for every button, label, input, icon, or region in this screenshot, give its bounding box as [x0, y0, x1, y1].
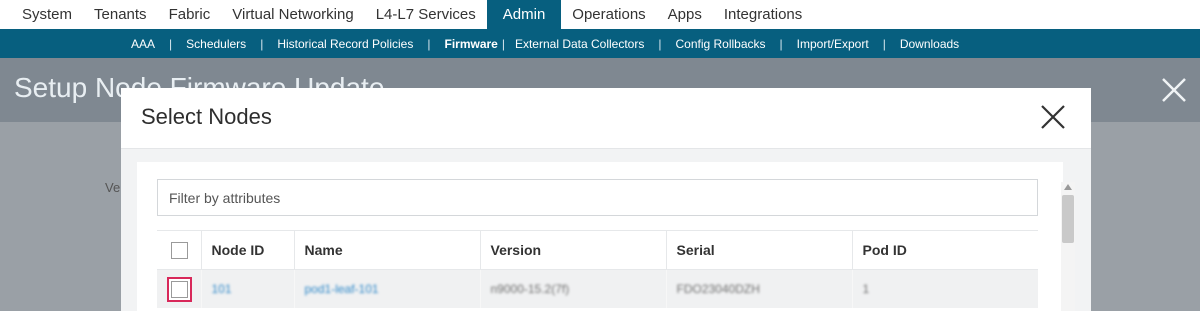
tab-operations[interactable]: Operations — [561, 0, 656, 29]
subnav-separator: | — [169, 36, 173, 51]
subnav-schedulers[interactable]: Schedulers — [186, 37, 246, 51]
subnav-separator: | — [882, 36, 886, 51]
filter-input[interactable] — [157, 179, 1038, 216]
top-nav: System Tenants Fabric Virtual Networking… — [0, 0, 1200, 29]
subnav-config-rollbacks[interactable]: Config Rollbacks — [675, 37, 765, 51]
select-all-checkbox[interactable] — [171, 241, 188, 259]
cell-serial: FDO23040DZH — [665, 269, 852, 308]
background-field-label: Ve — [105, 180, 121, 195]
scroll-up-arrow-icon[interactable] — [1064, 184, 1072, 190]
column-header-pod-id[interactable]: Pod ID — [851, 230, 1038, 270]
tab-admin[interactable]: Admin — [486, 0, 562, 29]
subnav-separator: | — [779, 36, 783, 51]
cell-pod-id: 1 — [851, 269, 1038, 308]
subnav-import-export[interactable]: Import/Export — [797, 37, 869, 51]
row-select-cell — [157, 269, 201, 308]
column-header-serial[interactable]: Serial — [665, 230, 852, 270]
tab-l4-l7-services[interactable]: L4-L7 Services — [365, 0, 487, 29]
select-all-cell — [157, 230, 201, 270]
subnav-aaa[interactable]: AAA — [131, 37, 155, 51]
subnav-external-data-collectors[interactable]: External Data Collectors — [515, 37, 644, 51]
tab-apps[interactable]: Apps — [657, 0, 713, 29]
tab-tenants[interactable]: Tenants — [83, 0, 158, 29]
node-id-value: 101 — [211, 282, 232, 296]
subnav-separator: | — [427, 36, 431, 51]
tab-virtual-networking[interactable]: Virtual Networking — [221, 0, 364, 29]
background-close-icon[interactable] — [1160, 76, 1188, 104]
cell-name[interactable]: pod1-leaf-101 — [293, 269, 480, 308]
tab-integrations[interactable]: Integrations — [713, 0, 813, 29]
cell-node-id[interactable]: 101 — [200, 269, 294, 308]
column-header-node-id[interactable]: Node ID — [200, 230, 294, 270]
subnav-separator: | — [658, 36, 662, 51]
close-icon[interactable] — [1040, 104, 1066, 130]
scrollbar[interactable] — [1061, 182, 1075, 311]
dialog-body: Node ID Name Version Serial Pod ID 101 p… — [137, 162, 1075, 311]
subnav-separator: | — [501, 36, 505, 51]
cell-version: n9000-15.2(7f) — [479, 269, 666, 308]
row-checkbox-focus[interactable] — [167, 276, 192, 302]
serial-value: FDO23040DZH — [676, 282, 760, 296]
dialog-header: Select Nodes — [121, 88, 1091, 149]
sub-nav: AAA | Schedulers | Historical Record Pol… — [0, 29, 1200, 58]
pod-id-value: 1 — [862, 282, 870, 296]
table-row[interactable]: 101 pod1-leaf-101 n9000-15.2(7f) FDO2304… — [157, 269, 1038, 308]
version-value: n9000-15.2(7f) — [490, 282, 570, 296]
tab-system[interactable]: System — [0, 0, 83, 29]
subnav-downloads[interactable]: Downloads — [900, 37, 959, 51]
table-header-row: Node ID Name Version Serial Pod ID — [157, 230, 1038, 270]
column-header-version[interactable]: Version — [479, 230, 666, 270]
tab-fabric[interactable]: Fabric — [158, 0, 222, 29]
dialog-title: Select Nodes — [141, 104, 272, 129]
subnav-historical-record-policies[interactable]: Historical Record Policies — [277, 37, 413, 51]
subnav-separator: | — [260, 36, 264, 51]
scroll-thumb[interactable] — [1062, 195, 1074, 243]
column-header-name[interactable]: Name — [293, 230, 480, 270]
nodes-table: Node ID Name Version Serial Pod ID 101 p… — [157, 230, 1038, 308]
select-nodes-dialog: Select Nodes Node ID Name Version S — [121, 88, 1091, 311]
node-name-link[interactable]: pod1-leaf-101 — [305, 282, 379, 296]
subnav-firmware[interactable]: Firmware — [444, 37, 497, 51]
row-checkbox[interactable] — [171, 280, 188, 298]
